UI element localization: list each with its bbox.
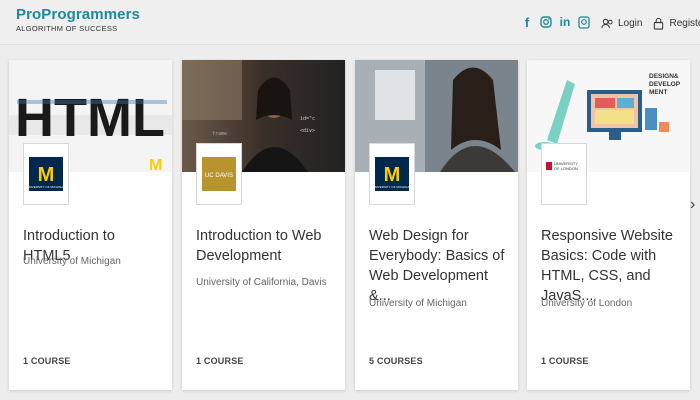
course-card[interactable]: DESIGN& DEVELOP MENT UNIVERSITY OF LONDO… <box>527 60 690 390</box>
svg-text:<div>: <div> <box>300 128 315 134</box>
svg-text:DEVELOP: DEVELOP <box>649 81 681 88</box>
brand-logo[interactable]: ProProgrammers ALGORITHM OF SUCCESS <box>16 6 140 33</box>
site-header: ProProgrammers ALGORITHM OF SUCCESS f in… <box>0 0 700 45</box>
course-card[interactable]: M UNIVERSITY OF MICHIGAN Web Design for … <box>355 60 518 390</box>
course-title[interactable]: Introduction to Web Development <box>196 226 338 266</box>
university-logo: UC DAVIS <box>196 143 242 205</box>
whatsapp-icon[interactable] <box>577 15 591 29</box>
course-university: University of Michigan <box>369 298 467 309</box>
brand-tagline: ALGORITHM OF SUCCESS <box>16 24 118 33</box>
svg-text:DESIGN&: DESIGN& <box>649 73 679 80</box>
university-logo: UNIVERSITY OF LONDON <box>541 143 587 205</box>
instagram-icon[interactable] <box>539 15 553 29</box>
svg-text:frame: frame <box>212 131 227 137</box>
svg-text:UNIVERSITY OF MICHIGAN: UNIVERSITY OF MICHIGAN <box>29 185 63 189</box>
register-link[interactable]: Register <box>652 17 700 30</box>
lock-icon <box>654 17 664 30</box>
brand-name: ProProgrammers <box>16 6 140 23</box>
svg-text:M: M <box>384 164 401 186</box>
linkedin-icon[interactable]: in <box>558 15 572 29</box>
university-logo: M UNIVERSITY OF MICHIGAN <box>369 143 415 205</box>
auth-links: Login Register <box>601 17 700 30</box>
next-arrow-icon[interactable]: › <box>690 196 695 214</box>
course-title[interactable]: Responsive Website Basics: Code with HTM… <box>541 226 683 306</box>
svg-text:M: M <box>149 157 162 172</box>
course-university: University of Michigan <box>23 256 121 267</box>
login-label: Login <box>618 18 643 29</box>
course-count: 1 COURSE <box>23 356 71 366</box>
course-title[interactable]: Web Design for Everybody: Basics of Web … <box>369 226 511 306</box>
login-link[interactable]: Login <box>601 17 642 30</box>
course-count: 5 COURSES <box>369 356 423 366</box>
svg-text:OF LONDON: OF LONDON <box>554 166 578 171</box>
course-count: 1 COURSE <box>196 356 244 366</box>
users-icon <box>601 18 613 29</box>
svg-text:UNIVERSITY OF MICHIGAN: UNIVERSITY OF MICHIGAN <box>375 185 409 189</box>
course-university: University of California, Davis <box>196 277 327 288</box>
course-card[interactable]: id="c <div> frame UC DAVIS Introduction … <box>182 60 345 390</box>
course-university: University of London <box>541 298 633 309</box>
university-logo: M UNIVERSITY OF MICHIGAN <box>23 143 69 205</box>
svg-text:M: M <box>38 164 55 186</box>
course-count: 1 COURSE <box>541 356 589 366</box>
register-label: Register <box>669 18 700 29</box>
svg-text:id="c: id="c <box>300 116 315 122</box>
svg-text:UC DAVIS: UC DAVIS <box>205 173 233 179</box>
social-links: f in <box>520 15 591 30</box>
svg-text:MENT: MENT <box>649 89 667 96</box>
course-card[interactable]: HTML M M UNIVERSITY OF MICHIGAN Introduc… <box>9 60 172 390</box>
facebook-icon[interactable]: f <box>520 15 534 30</box>
html-image-text: HTML <box>15 88 165 148</box>
